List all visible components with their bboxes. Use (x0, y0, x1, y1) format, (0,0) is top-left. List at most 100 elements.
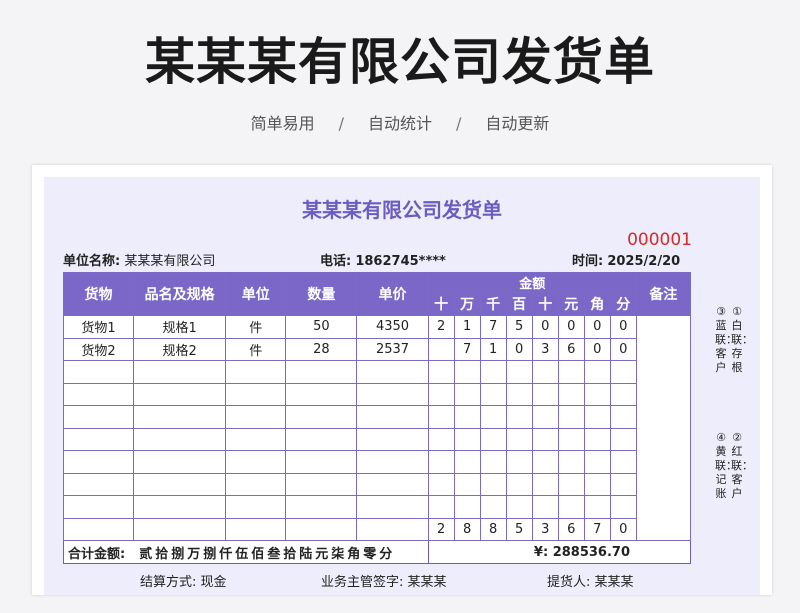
cell-amount-digit[interactable] (427, 405, 455, 429)
cell-amount-digit[interactable] (479, 427, 507, 451)
cell-amount-digit[interactable] (531, 495, 559, 519)
cell-amount-digit[interactable] (531, 360, 559, 384)
cell-amount-digit[interactable] (557, 427, 585, 451)
cell-qty[interactable] (285, 405, 358, 429)
cell-spec[interactable] (133, 405, 227, 429)
cell-amount-digit[interactable] (583, 427, 611, 451)
cell-amount-digit[interactable] (479, 450, 507, 474)
cell-amount-digit[interactable] (583, 495, 611, 519)
cell-unit[interactable] (225, 450, 287, 474)
cell-spec[interactable]: 规格2 (133, 337, 227, 361)
cell-price[interactable] (356, 382, 429, 406)
cell-price[interactable] (356, 472, 429, 496)
cell-amount-digit[interactable]: 0 (583, 315, 611, 339)
cell-amount-digit[interactable]: 1 (479, 337, 507, 361)
cell-goods[interactable] (62, 495, 135, 519)
cell-amount-digit[interactable]: 7 (453, 337, 481, 361)
cell-price[interactable] (356, 360, 429, 384)
cell-amount-digit[interactable] (453, 382, 481, 406)
cell-price[interactable]: 4350 (356, 315, 429, 339)
cell-amount-digit[interactable] (505, 382, 533, 406)
cell-amount-digit[interactable] (427, 382, 455, 406)
cell-amount-digit[interactable]: 0 (609, 337, 637, 361)
cell-amount-digit[interactable] (427, 472, 455, 496)
cell-goods[interactable] (62, 360, 135, 384)
cell-amount-digit[interactable]: 5 (505, 315, 533, 339)
cell-amount-digit[interactable] (479, 405, 507, 429)
cell-amount-digit[interactable] (479, 495, 507, 519)
cell-goods[interactable]: 货物1 (62, 315, 135, 339)
cell-amount-digit[interactable] (609, 360, 637, 384)
cell-goods[interactable] (62, 450, 135, 474)
cell-spec[interactable] (133, 450, 227, 474)
cell-amount-digit[interactable] (505, 450, 533, 474)
cell-amount-digit[interactable] (453, 360, 481, 384)
cell-amount-digit[interactable] (609, 450, 637, 474)
cell-amount-digit[interactable] (557, 495, 585, 519)
cell-amount-digit[interactable] (453, 472, 481, 496)
cell-unit[interactable]: 件 (225, 315, 287, 339)
cell-amount-digit[interactable] (531, 427, 559, 451)
cell-unit[interactable]: 件 (225, 337, 287, 361)
cell-amount-digit[interactable] (557, 472, 585, 496)
cell-amount-digit[interactable]: 0 (531, 315, 559, 339)
cell-amount-digit[interactable] (453, 495, 481, 519)
cell-amount-digit[interactable] (557, 382, 585, 406)
cell-price[interactable] (356, 427, 429, 451)
cell-remark[interactable] (635, 315, 692, 541)
cell-unit[interactable] (225, 427, 287, 451)
cell-goods[interactable]: 货物2 (62, 337, 135, 361)
cell-amount-digit[interactable] (479, 472, 507, 496)
cell-amount-digit[interactable] (583, 472, 611, 496)
cell-unit[interactable] (225, 472, 287, 496)
cell-goods[interactable] (62, 382, 135, 406)
cell-amount-digit[interactable] (583, 405, 611, 429)
cell-spec[interactable] (133, 427, 227, 451)
settlement-value[interactable]: 现金 (201, 575, 227, 590)
supervisor-value[interactable]: 某某某 (408, 575, 447, 590)
cell-amount-digit[interactable]: 6 (557, 337, 585, 361)
cell-amount-digit[interactable] (557, 450, 585, 474)
unit-name-value[interactable]: 某某某有限公司 (124, 254, 215, 269)
cell-spec[interactable] (133, 495, 227, 519)
cell-goods[interactable] (62, 405, 135, 429)
cell-amount-digit[interactable] (427, 337, 455, 361)
time-value[interactable]: 2025/2/20 (607, 254, 680, 269)
cell-amount-digit[interactable] (427, 360, 455, 384)
cell-amount-digit[interactable] (557, 405, 585, 429)
phone-value[interactable]: 1862745**** (355, 254, 446, 269)
cell-price[interactable] (356, 495, 429, 519)
cell-amount-digit[interactable] (505, 405, 533, 429)
cell-amount-digit[interactable] (427, 450, 455, 474)
cell-goods[interactable] (62, 472, 135, 496)
cell-amount-digit[interactable] (479, 360, 507, 384)
cell-amount-digit[interactable] (505, 427, 533, 451)
cell-spec[interactable] (133, 360, 227, 384)
cell-qty[interactable]: 28 (285, 337, 358, 361)
cell-unit[interactable] (225, 360, 287, 384)
cell-qty[interactable] (285, 427, 358, 451)
cell-amount-digit[interactable] (531, 450, 559, 474)
cell-spec[interactable]: 规格1 (133, 315, 227, 339)
cell-amount-digit[interactable] (609, 382, 637, 406)
cell-spec[interactable] (133, 382, 227, 406)
cell-amount-digit[interactable] (609, 427, 637, 451)
cell-amount-digit[interactable] (583, 382, 611, 406)
cell-unit[interactable] (225, 495, 287, 519)
cell-amount-digit[interactable] (609, 472, 637, 496)
cell-spec[interactable] (133, 472, 227, 496)
cell-amount-digit[interactable] (505, 472, 533, 496)
cell-amount-digit[interactable] (609, 495, 637, 519)
cell-amount-digit[interactable] (531, 472, 559, 496)
cell-amount-digit[interactable] (557, 360, 585, 384)
cell-amount-digit[interactable]: 0 (505, 337, 533, 361)
cell-amount-digit[interactable] (531, 405, 559, 429)
cell-unit[interactable] (225, 382, 287, 406)
cell-qty[interactable] (285, 360, 358, 384)
cell-amount-digit[interactable] (583, 360, 611, 384)
cell-amount-digit[interactable] (531, 382, 559, 406)
cell-amount-digit[interactable]: 2 (427, 315, 455, 339)
cell-qty[interactable] (285, 450, 358, 474)
cell-amount-digit[interactable]: 1 (453, 315, 481, 339)
cell-amount-digit[interactable] (427, 427, 455, 451)
